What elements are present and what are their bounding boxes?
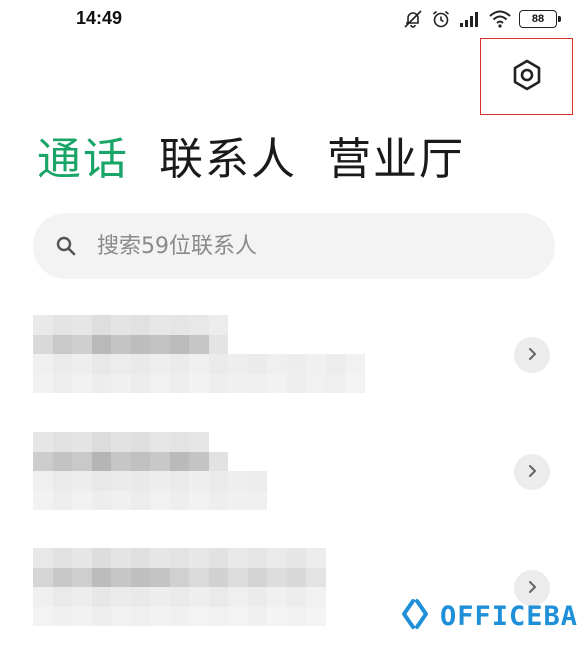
obscured-contact-info (33, 315, 365, 393)
search-input[interactable] (97, 233, 497, 259)
battery-level: 88 (531, 13, 545, 25)
tab-contacts[interactable]: 联系人 (159, 134, 297, 186)
settings-button[interactable] (480, 38, 573, 115)
alarm-icon (431, 9, 451, 29)
hexagon-settings-icon (511, 59, 543, 95)
mute-bell-icon (403, 9, 423, 29)
chevron-right-icon (525, 346, 539, 365)
top-tabs: 通话 联系人 营业厅 (37, 134, 465, 186)
chevron-right-icon (525, 579, 539, 598)
contact-row[interactable] (33, 315, 563, 415)
status-time: 14:49 (76, 8, 123, 28)
contact-detail-button[interactable] (514, 454, 550, 490)
battery-icon: 88 (519, 10, 561, 28)
watermark: OFFICEBA (398, 597, 578, 635)
obscured-contact-info (33, 548, 326, 626)
tab-service-hall[interactable]: 营业厅 (327, 134, 465, 186)
status-icons: 88 (403, 8, 561, 30)
wifi-icon (489, 10, 511, 28)
tab-calls[interactable]: 通话 (37, 134, 129, 186)
obscured-contact-info (33, 432, 267, 510)
watermark-logo-icon (398, 597, 432, 635)
watermark-text: OFFICEBA (440, 600, 579, 632)
search-bar[interactable] (33, 213, 555, 279)
signal-icon (459, 10, 481, 28)
chevron-right-icon (525, 463, 539, 482)
contact-row[interactable] (33, 432, 563, 532)
search-icon (55, 235, 77, 257)
status-bar: 14:49 88 (0, 0, 581, 38)
contact-detail-button[interactable] (514, 337, 550, 373)
